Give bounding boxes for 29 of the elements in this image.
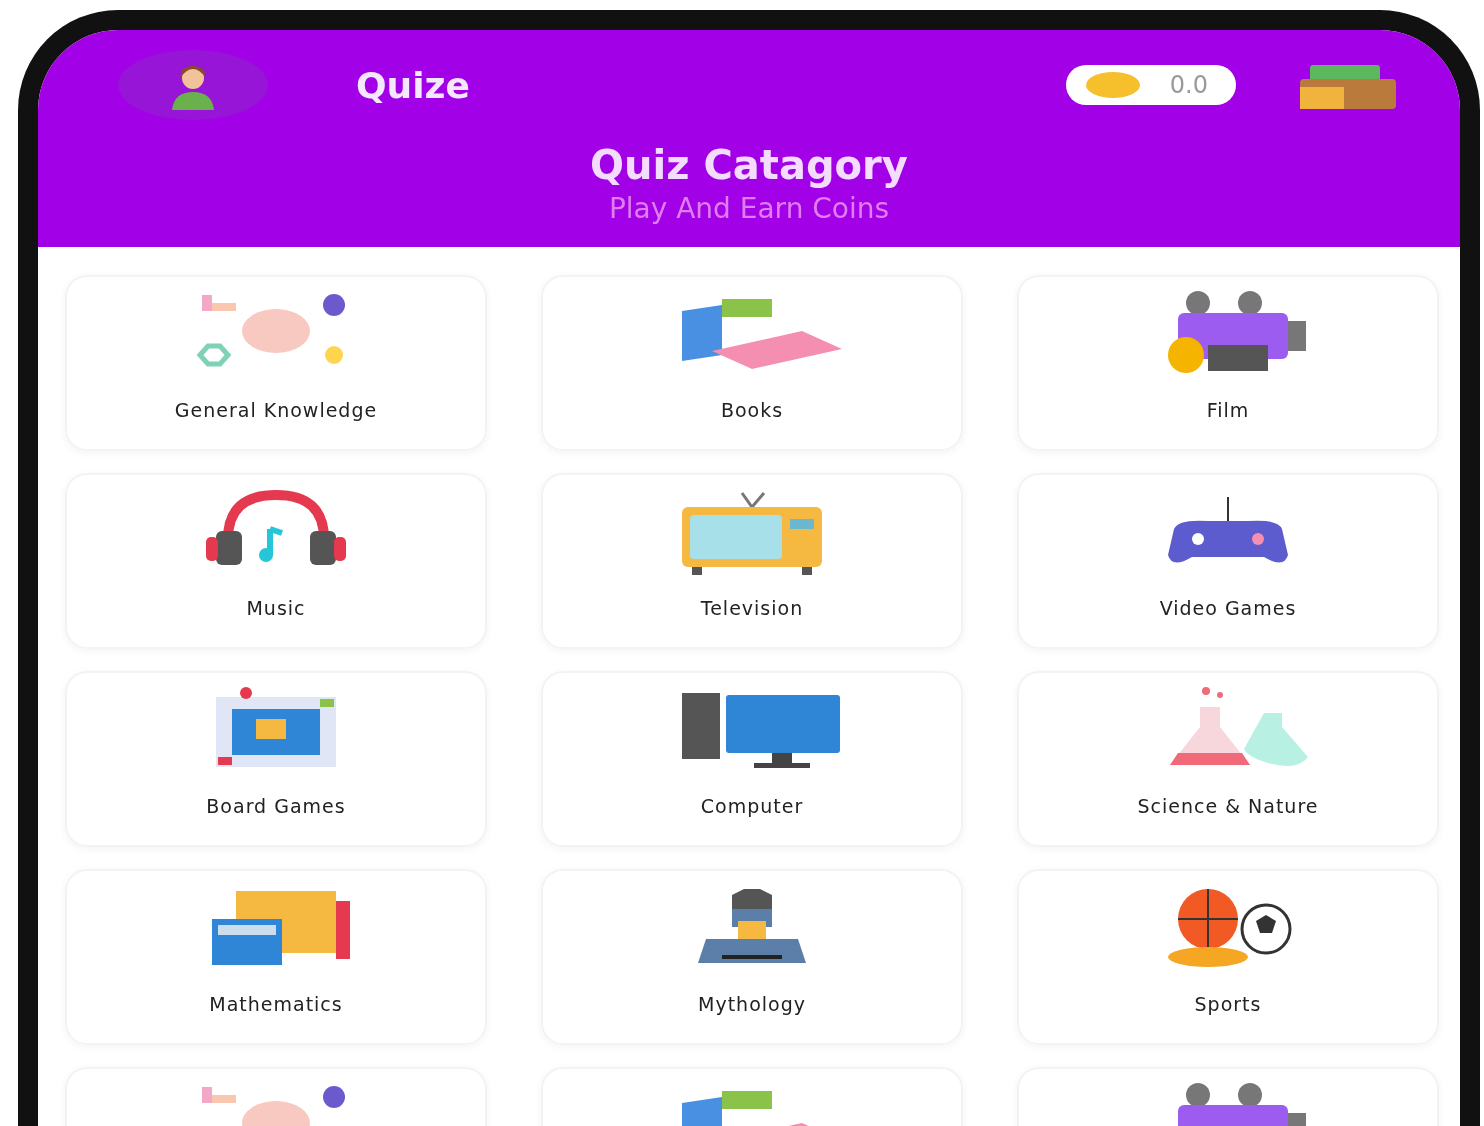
category-label: Film	[1206, 399, 1250, 421]
category-card[interactable]: Mathematics	[65, 869, 487, 1045]
category-label: Television	[700, 597, 804, 619]
category-card[interactable]: Video Games	[1017, 473, 1439, 649]
category-label: Music	[246, 597, 306, 619]
category-card[interactable]: Television	[541, 473, 963, 649]
category-card[interactable]: Computer	[541, 671, 963, 847]
category-label: General Knowledge	[174, 399, 378, 421]
coin-icon	[1085, 72, 1140, 98]
category-card[interactable]: Mythology	[541, 869, 963, 1045]
category-label: Board Games	[206, 795, 346, 817]
category-label: Books	[720, 399, 784, 421]
category-label: Mythology	[698, 993, 806, 1015]
category-card[interactable]: Music	[65, 473, 487, 649]
category-card[interactable]: Film	[1017, 275, 1439, 451]
category-label: Video Games	[1159, 597, 1297, 619]
category-card[interactable]: Science & Nature	[1017, 671, 1439, 847]
page-title: Quiz Catagory	[590, 142, 908, 188]
category-label: Science & Nature	[1137, 795, 1319, 817]
category-card[interactable]: General Knowledge	[65, 275, 487, 451]
category-card[interactable]: Sports	[1017, 869, 1439, 1045]
app-title: Quize	[356, 64, 471, 106]
coin-count: 0.0	[1169, 71, 1208, 99]
page-subtitle: Play And Earn Coins	[608, 192, 890, 225]
category-card[interactable]: Board Games	[65, 671, 487, 847]
category-card[interactable]: Books	[541, 275, 963, 451]
category-label: Computer	[700, 795, 804, 817]
category-label: Mathematics	[209, 993, 343, 1015]
category-label: Sports	[1194, 993, 1262, 1015]
